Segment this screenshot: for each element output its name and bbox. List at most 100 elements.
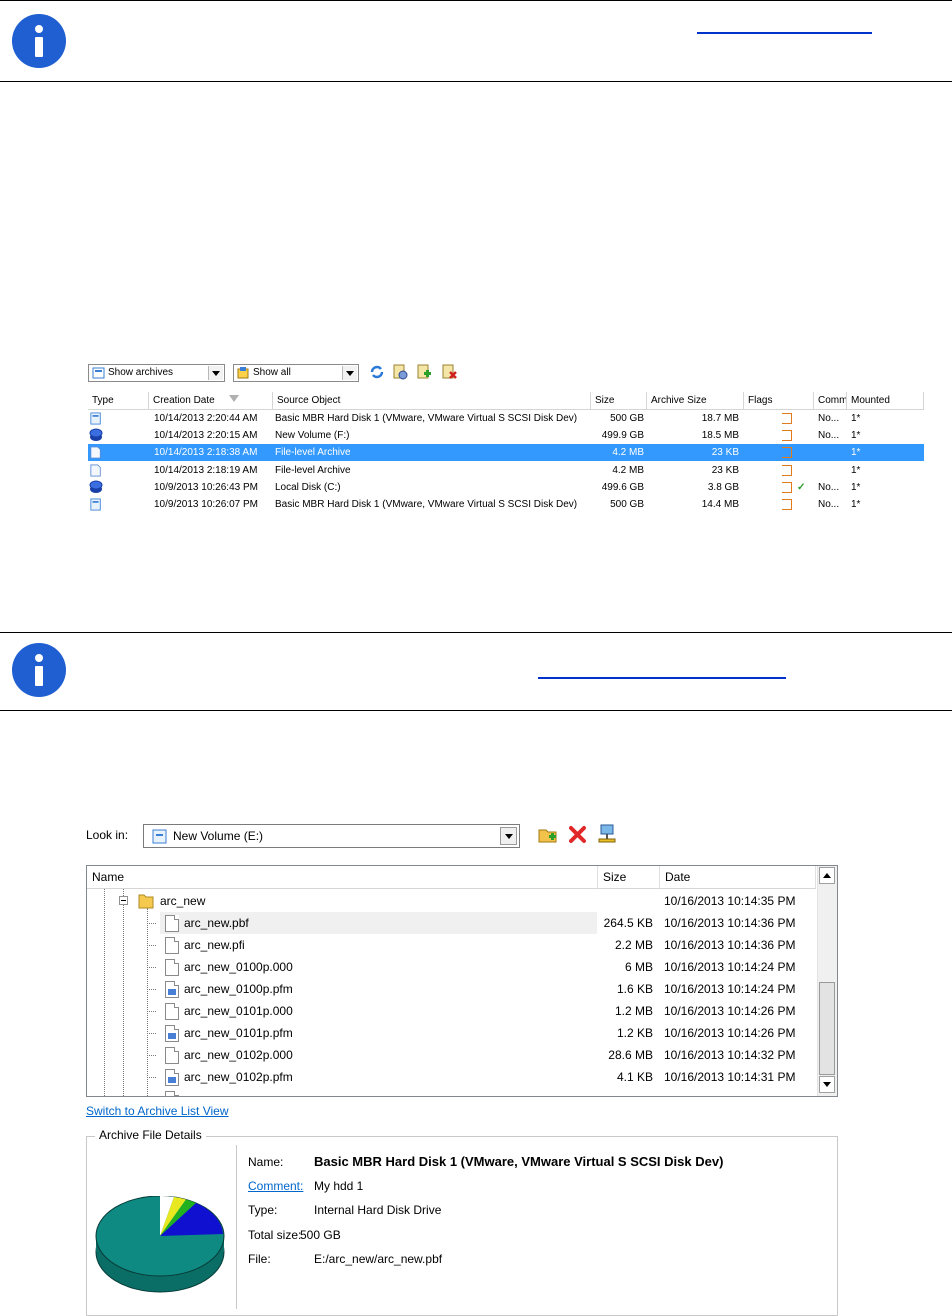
file-size: 28.6 MB [608,1048,653,1062]
col-comment[interactable]: Comm [814,392,847,409]
table-row[interactable]: 10/14/2013 2:20:44 AM Basic MBR Hard Disk… [88,410,924,427]
name-value: Basic MBR Hard Disk 1 (VMware, VMware Vi… [314,1154,724,1169]
file-size: 1.2 MB [614,1004,653,1018]
chevron-down-icon[interactable] [342,366,357,380]
total-size-value: 500 GB [300,1228,341,1242]
source-object: Basic MBR Hard Disk 1 (VMware, VMware Vi… [275,499,578,510]
show-archives-combo[interactable]: Show archives [88,364,225,382]
archive-size: 3.8 GB [707,481,739,493]
info2-bottom-rule [0,710,952,711]
col-size[interactable]: Size [598,866,660,889]
mounted: 1* [851,430,861,442]
chevron-down-icon[interactable] [500,827,517,845]
col-size[interactable]: Size [591,392,647,409]
file-date: 10/16/2013 10:14:36 PM [664,938,796,952]
comment-value: My hdd 1 [314,1179,364,1193]
type-value: Internal Hard Disk Drive [314,1203,442,1217]
hard-disk-icon [88,410,106,427]
col-archive-size[interactable]: Archive Size [647,392,744,409]
table-row[interactable]: 10/14/2013 2:18:38 AM File-level Archive 4… [88,444,924,462]
creation-date: 10/14/2013 2:20:15 AM [154,430,258,442]
network-icon[interactable] [598,824,616,846]
properties-icon[interactable] [392,364,408,380]
scroll-up-button[interactable] [819,867,835,884]
mounted: 1* [851,447,861,459]
col-source-object[interactable]: Source Object [273,392,591,409]
size: 500 GB [610,413,644,424]
mounted: 1* [851,499,861,510]
info-icon [12,14,66,68]
scroll-down-button[interactable] [819,1076,835,1093]
type-label: Type: [248,1203,278,1217]
add-archive-icon[interactable] [416,364,432,380]
file-date: 10/16/2013 10:14:26 PM [664,1026,796,1040]
col-creation-date[interactable]: Creation Date [149,392,273,409]
file-date: 10/16/2013 10:14:32 PM [664,1048,796,1062]
show-all-label: Show all [253,367,291,378]
chevron-down-icon[interactable] [208,366,223,380]
cut-off-row [87,1088,816,1096]
size: 4.2 MB [612,464,644,476]
info-icon [12,643,66,697]
file-label: File: [248,1252,271,1266]
file-row-meta: 2.2 MB 10/16/2013 10:14:36 PM [87,934,816,956]
collapse-toggle[interactable] [119,896,128,905]
file-value: E:/arc_new/arc_new.pbf [314,1252,443,1266]
top-rule [0,0,952,1]
file-archive-icon [88,444,106,461]
source-object: File-level Archive [275,464,351,476]
archive-size: 18.5 MB [701,430,739,442]
look-in-combo[interactable]: New Volume (E:) [143,824,520,848]
col-type[interactable]: Type [88,392,149,409]
file-size: 264.5 KB [603,916,653,930]
col-date[interactable]: Date [660,866,816,889]
file-date: 10/16/2013 10:14:24 PM [664,982,796,996]
col-mounted[interactable]: Mounted [847,392,924,409]
table-row[interactable]: 10/9/2013 10:26:07 PM Basic MBR Hard Disk… [88,496,924,513]
col-flags[interactable]: Flags [744,392,814,409]
volume-icon [88,479,106,496]
source-object: File-level Archive [275,447,351,459]
folder-row[interactable]: arc_new 10/16/2013 10:14:35 PM [87,890,816,912]
show-all-combo[interactable]: Show all [233,364,359,382]
archive-size: 18.7 MB [701,413,739,424]
delete-icon[interactable] [568,825,587,844]
hidden-link-underline[interactable] [538,677,786,679]
file-date: 10/16/2013 10:14:24 PM [664,960,796,974]
scroll-thumb[interactable] [819,982,835,1075]
size: 500 GB [610,499,644,510]
details-divider [236,1145,237,1309]
new-folder-icon[interactable] [538,826,558,844]
file-row-meta: 28.6 MB 10/16/2013 10:14:32 PM [87,1044,816,1066]
archive-list-header: Type Creation Date Source Object Size Ar… [88,392,924,410]
file-tree: Name Size Date arc_new 10/16/2013 10:14:… [86,865,838,1097]
archive-size: 14.4 MB [701,499,739,510]
mounted: 1* [851,413,861,424]
table-row[interactable]: 10/9/2013 10:26:43 PM Local Disk (C:) 499.… [88,479,924,496]
creation-date: 10/14/2013 2:18:38 AM [154,447,258,459]
total-size-label: Total size: [248,1228,302,1242]
hard-disk-icon [88,496,106,513]
file-row-meta: 1.2 KB 10/16/2013 10:14:26 PM [87,1022,816,1044]
archive-size: 23 KB [711,447,739,459]
mounted: 1* [851,481,861,493]
sort-desc-icon [229,395,239,402]
folder-icon [138,894,154,909]
size: 499.6 GB [601,481,644,493]
table-row[interactable]: 10/14/2013 2:20:15 AM New Volume (F:) 499.… [88,427,924,444]
vertical-scrollbar[interactable] [817,866,837,1096]
flag-icon [782,499,792,510]
flag-icon [782,430,792,442]
switch-to-archive-list-link[interactable]: Switch to Archive List View [86,1104,229,1118]
col-name[interactable]: Name [87,866,598,889]
comment-link[interactable]: Comment: [248,1179,303,1193]
table-row[interactable]: 10/14/2013 2:18:19 AM File-level Archive 4… [88,462,924,479]
delete-archive-icon[interactable] [441,364,457,380]
file-archive-icon [88,462,106,479]
archives-icon [92,367,105,379]
file-row-meta: 264.5 KB 10/16/2013 10:14:36 PM [87,912,816,934]
refresh-icon[interactable] [369,364,385,380]
source-object: Local Disk (C:) [275,481,341,493]
file-date: 10/16/2013 10:14:31 PM [664,1070,796,1084]
hidden-link-underline[interactable] [697,32,872,34]
